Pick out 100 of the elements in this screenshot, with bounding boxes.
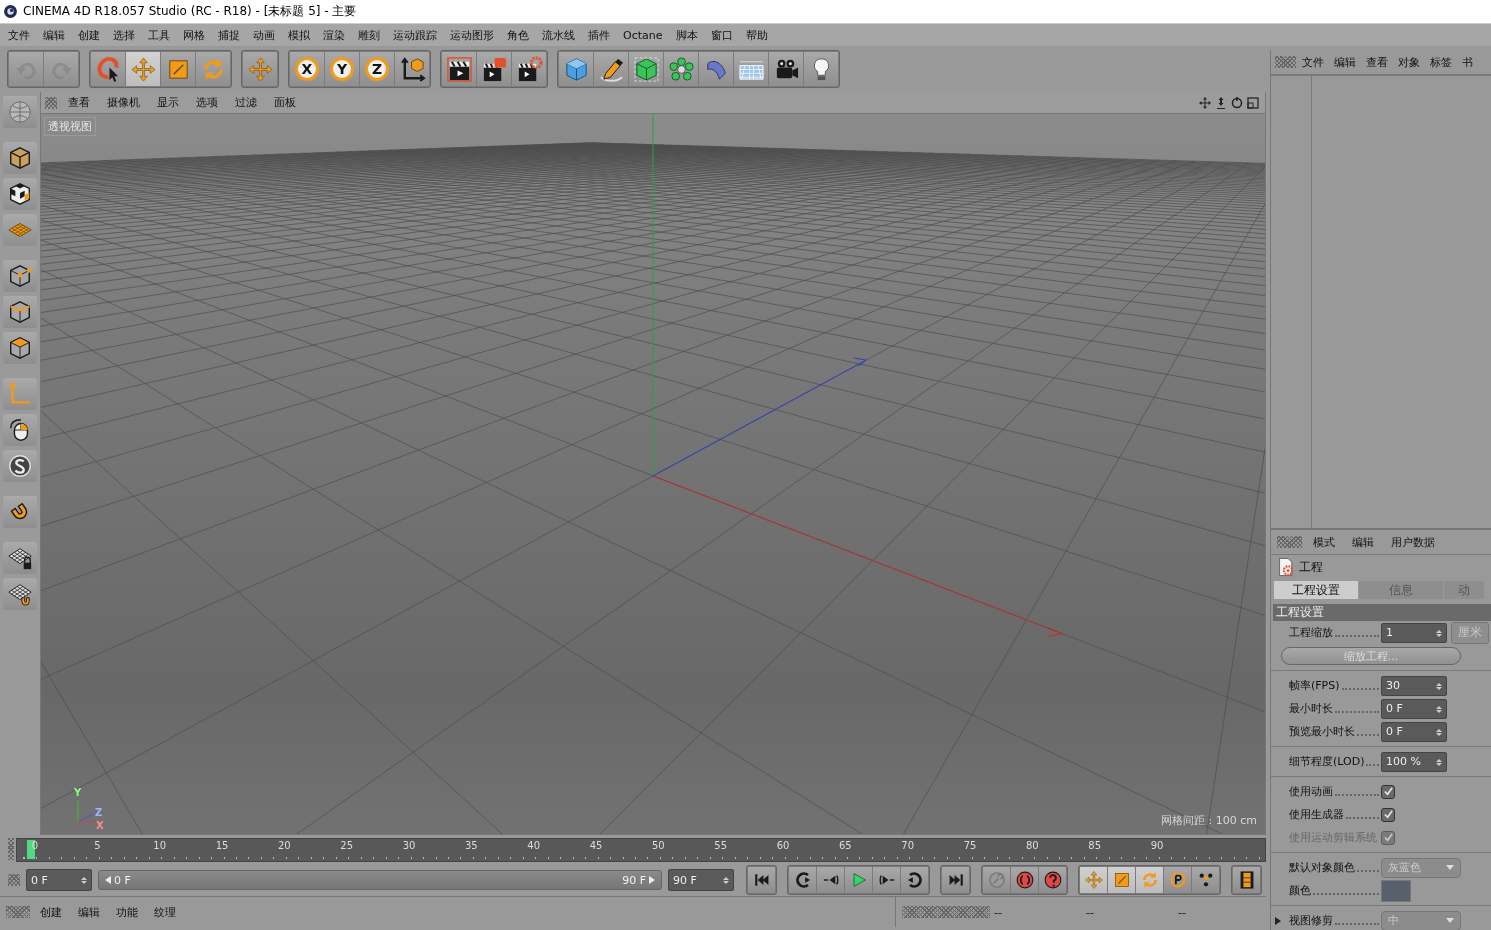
menu-item[interactable]: 书 xyxy=(1457,54,1477,70)
panel-grip[interactable] xyxy=(8,838,14,860)
checkbox[interactable] xyxy=(1381,784,1395,799)
mode-button[interactable] xyxy=(3,496,37,528)
tool-button[interactable] xyxy=(804,52,838,86)
mode-button[interactable] xyxy=(3,542,37,574)
menu-item[interactable]: 选择 xyxy=(108,27,143,43)
menu-item[interactable]: 摄像机 xyxy=(100,95,146,110)
panel-grip[interactable] xyxy=(1277,536,1302,548)
time-range-slider[interactable]: 0 F 90 F xyxy=(98,870,662,890)
flower-icon xyxy=(667,55,695,83)
playback-button[interactable] xyxy=(901,867,928,893)
menu-item[interactable]: 面板 xyxy=(267,95,302,110)
mode-button[interactable] xyxy=(3,414,37,446)
menu-item[interactable]: 渲染 xyxy=(318,27,353,43)
range-start-text: 0 F xyxy=(114,873,131,887)
tool-button[interactable] xyxy=(442,52,476,86)
checkbox[interactable] xyxy=(1381,807,1395,822)
playback-button[interactable] xyxy=(789,867,816,893)
menu-item[interactable]: Octane xyxy=(618,28,671,42)
playback-button[interactable] xyxy=(1011,867,1038,893)
orbit-icon[interactable] xyxy=(1230,95,1244,110)
menu-item[interactable]: 插件 xyxy=(583,27,618,43)
color-swatch[interactable] xyxy=(1381,879,1411,902)
menu-item[interactable]: 选项 xyxy=(189,95,224,110)
menu-item[interactable]: 工具 xyxy=(143,27,178,43)
number-field[interactable]: 1 xyxy=(1381,622,1447,643)
frame-number: 55 xyxy=(714,840,727,851)
menu-item[interactable]: 流水线 xyxy=(537,27,583,43)
menu-item[interactable]: 查看 xyxy=(61,95,96,110)
tool-button[interactable] xyxy=(395,52,429,86)
frame-number: 45 xyxy=(589,840,603,851)
maximize-icon[interactable] xyxy=(1246,95,1260,110)
menu-item[interactable]: 模拟 xyxy=(283,27,318,43)
panel-grip[interactable] xyxy=(1275,56,1296,68)
zoom-arrows-icon[interactable] xyxy=(1214,95,1228,110)
menu-item[interactable]: 对象 xyxy=(1393,54,1424,70)
menu-item[interactable]: 运动跟踪 xyxy=(388,27,445,43)
menu-item[interactable]: 显示 xyxy=(150,95,185,110)
playback-button[interactable] xyxy=(817,867,844,893)
menu-item[interactable]: 编辑 xyxy=(1329,54,1360,70)
frame-number: 90 xyxy=(1150,840,1164,851)
menu-item[interactable]: 标签 xyxy=(1425,54,1456,70)
menu-item[interactable]: 编辑 xyxy=(72,904,106,920)
timeline-ruler[interactable]: 0 5 10 15 20 25 30 35 40 45 50 55 60 65 70 75 80 85 90 xyxy=(16,838,1266,862)
mode-button[interactable] xyxy=(3,296,37,328)
menu-item[interactable]: 编辑 xyxy=(38,27,73,43)
menu-item[interactable]: 文件 xyxy=(1297,54,1328,70)
menu-item[interactable]: 窗口 xyxy=(705,27,741,43)
number-field[interactable]: 0 F xyxy=(1381,698,1447,719)
number-field[interactable]: 0 F xyxy=(1381,721,1447,742)
playback-button[interactable] xyxy=(873,867,900,893)
mode-button[interactable] xyxy=(3,178,37,210)
playback-button[interactable] xyxy=(1164,867,1191,893)
menu-item[interactable]: 网格 xyxy=(178,27,213,43)
menu-item[interactable]: 帮助 xyxy=(740,27,776,43)
menu-item[interactable]: 过滤 xyxy=(228,95,263,110)
tool-button[interactable] xyxy=(769,52,803,86)
playback-button[interactable] xyxy=(1108,867,1135,893)
pan-arrows-icon[interactable] xyxy=(1198,95,1212,110)
menu-item[interactable]: 脚本 xyxy=(670,27,706,43)
expand-arrow-icon[interactable] xyxy=(1275,916,1281,925)
number-field[interactable]: 100 % xyxy=(1381,751,1447,772)
tab[interactable]: 工程设置 xyxy=(1274,581,1358,599)
menu-item[interactable]: 用户数据 xyxy=(1384,534,1441,550)
menu-item[interactable]: 功能 xyxy=(110,904,144,920)
tool-button[interactable] xyxy=(91,52,125,86)
menu-item[interactable]: 模式 xyxy=(1306,534,1341,550)
menu-item[interactable]: 动画 xyxy=(248,27,283,43)
project-gear-icon xyxy=(1276,557,1296,577)
tool-button[interactable] xyxy=(512,52,546,86)
end-frame-field[interactable]: 90 F xyxy=(668,869,734,891)
number-field[interactable]: 30 xyxy=(1381,675,1447,696)
tool-button[interactable] xyxy=(477,52,511,86)
panel-grip[interactable] xyxy=(6,906,30,918)
menu-item[interactable]: 编辑 xyxy=(1345,534,1380,550)
menu-item[interactable]: 查看 xyxy=(1361,54,1392,70)
panel-grip[interactable] xyxy=(8,874,20,886)
mode-button[interactable] xyxy=(3,332,37,364)
menu-item[interactable]: 雕刻 xyxy=(353,27,388,43)
grid-spacing-text: 网格间距 : 100 cm xyxy=(1161,813,1257,828)
menu-item[interactable]: 创建 xyxy=(73,27,108,43)
playback-button[interactable] xyxy=(1192,867,1219,893)
playback-button[interactable] xyxy=(1039,867,1066,893)
menu-item[interactable]: 捕捉 xyxy=(213,27,248,43)
tool-button[interactable] xyxy=(594,52,628,86)
menu-item[interactable]: 运动图形 xyxy=(445,27,502,43)
menu-item[interactable]: 文件 xyxy=(3,27,38,43)
mode-button[interactable] xyxy=(3,578,37,610)
mode-button[interactable] xyxy=(3,142,37,174)
menu-item[interactable]: 角色 xyxy=(502,27,537,43)
start-frame-field[interactable]: 0 F xyxy=(26,869,92,891)
mode-button[interactable] xyxy=(3,260,37,292)
window-title: CINEMA 4D R18.057 Studio (RC - R18) - [未标题 5] - 主要 xyxy=(23,3,357,20)
menu-item[interactable]: 纹理 xyxy=(148,904,182,920)
panel-grip[interactable] xyxy=(902,906,990,918)
panel-grip[interactable] xyxy=(45,96,57,109)
menu-item[interactable]: 创建 xyxy=(34,904,68,920)
frame-number: 50 xyxy=(651,840,665,851)
mode-button[interactable] xyxy=(3,450,37,482)
